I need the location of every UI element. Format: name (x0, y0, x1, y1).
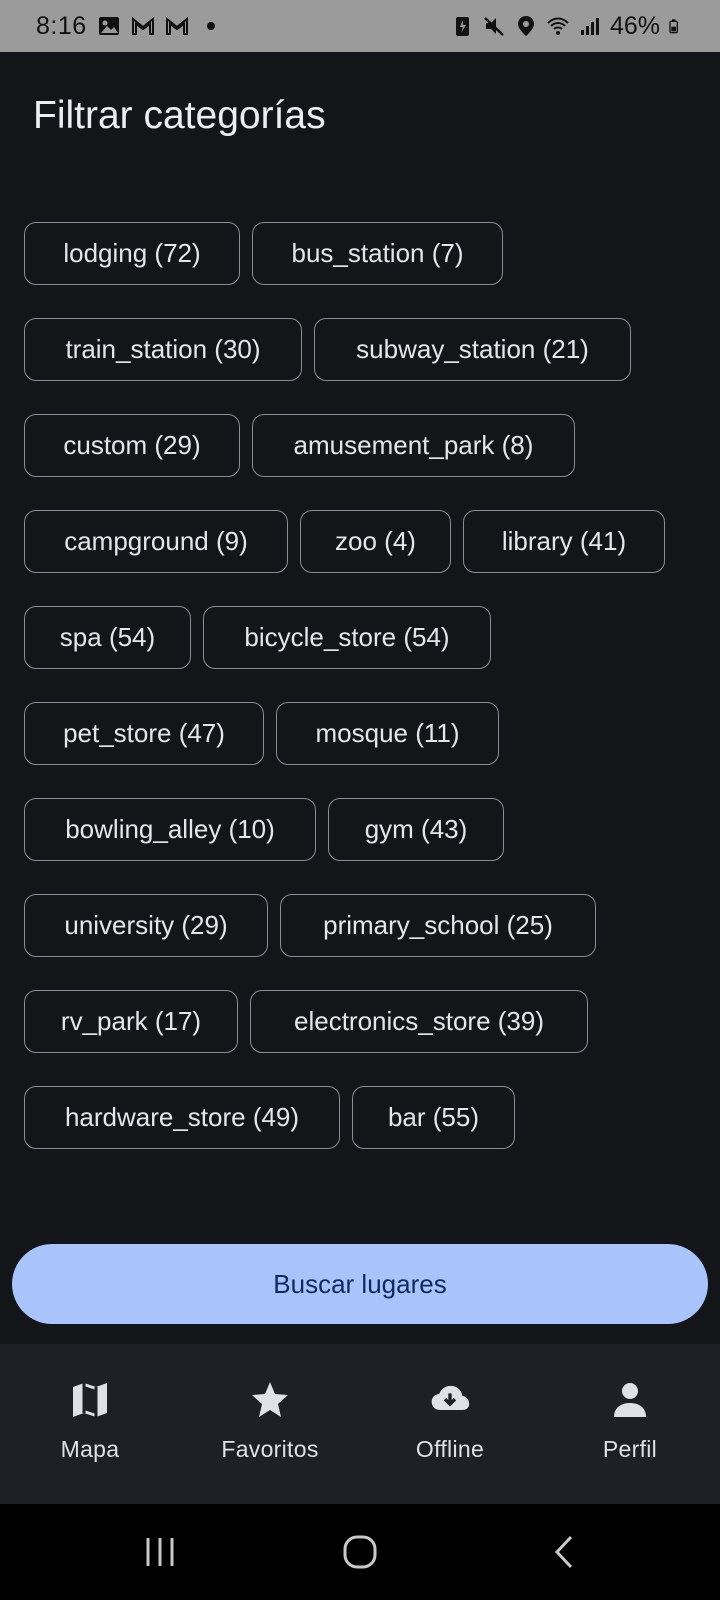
gmail-icon (131, 16, 154, 35)
recent-apps-icon[interactable] (140, 1532, 180, 1572)
person-icon (610, 1380, 650, 1420)
battery-saver-icon (455, 17, 469, 36)
star-icon (250, 1380, 290, 1420)
category-chip[interactable]: lodging (72) (24, 222, 240, 285)
category-chip[interactable]: zoo (4) (300, 510, 451, 573)
status-time: 8:16 (36, 11, 87, 40)
category-chip[interactable]: library (41) (463, 510, 665, 573)
nav-label: Offline (415, 1436, 485, 1462)
category-chip[interactable]: pet_store (47) (24, 702, 264, 765)
location-icon (517, 16, 534, 36)
bottom-navigation: Mapa Favoritos Offline Perfil (0, 1344, 720, 1504)
category-chip[interactable]: train_station (30) (24, 318, 302, 381)
category-chip[interactable]: bus_station (7) (252, 222, 503, 285)
filter-screen: Filtrar categorías lodging (72) bus_stat… (0, 52, 720, 1344)
category-chip[interactable]: gym (43) (328, 798, 504, 861)
category-chip[interactable]: hardware_store (49) (24, 1086, 340, 1149)
category-chip[interactable]: custom (29) (24, 414, 240, 477)
gallery-icon (98, 17, 119, 35)
category-chip[interactable]: spa (54) (24, 606, 191, 669)
status-bar: 8:16 46% (0, 0, 720, 52)
gmail-icon (165, 16, 188, 35)
category-chip[interactable]: bowling_alley (10) (24, 798, 316, 861)
category-chip[interactable]: primary_school (25) (280, 894, 596, 957)
category-chip[interactable]: bicycle_store (54) (203, 606, 491, 669)
nav-item-map[interactable]: Mapa (0, 1344, 180, 1504)
category-chip[interactable]: electronics_store (39) (250, 990, 588, 1053)
category-chip[interactable]: bar (55) (352, 1086, 515, 1149)
nav-label: Perfil (602, 1436, 658, 1462)
category-chip[interactable]: university (29) (24, 894, 268, 957)
category-chip[interactable]: rv_park (17) (24, 990, 238, 1053)
cloud-download-icon (430, 1380, 470, 1420)
category-chip[interactable]: mosque (11) (276, 702, 499, 765)
category-chip[interactable]: campground (9) (24, 510, 288, 573)
page-title: Filtrar categorías (33, 94, 326, 137)
nav-label: Mapa (60, 1436, 120, 1462)
nav-label: Favoritos (221, 1436, 319, 1462)
home-icon[interactable] (340, 1532, 380, 1572)
dot-icon (206, 22, 215, 30)
map-icon (70, 1380, 110, 1420)
signal-icon (580, 18, 599, 35)
back-icon[interactable] (545, 1532, 585, 1572)
search-places-button[interactable]: Buscar lugares (12, 1244, 708, 1324)
nav-item-favorites[interactable]: Favoritos (180, 1344, 360, 1504)
battery-icon (669, 19, 678, 34)
nav-item-profile[interactable]: Perfil (540, 1344, 720, 1504)
battery-percent: 46% (609, 11, 660, 40)
mute-icon (484, 17, 504, 36)
system-navigation-bar (0, 1504, 720, 1600)
wifi-icon (547, 17, 569, 35)
nav-item-offline[interactable]: Offline (360, 1344, 540, 1504)
category-chip[interactable]: amusement_park (8) (252, 414, 575, 477)
category-chip[interactable]: subway_station (21) (314, 318, 631, 381)
